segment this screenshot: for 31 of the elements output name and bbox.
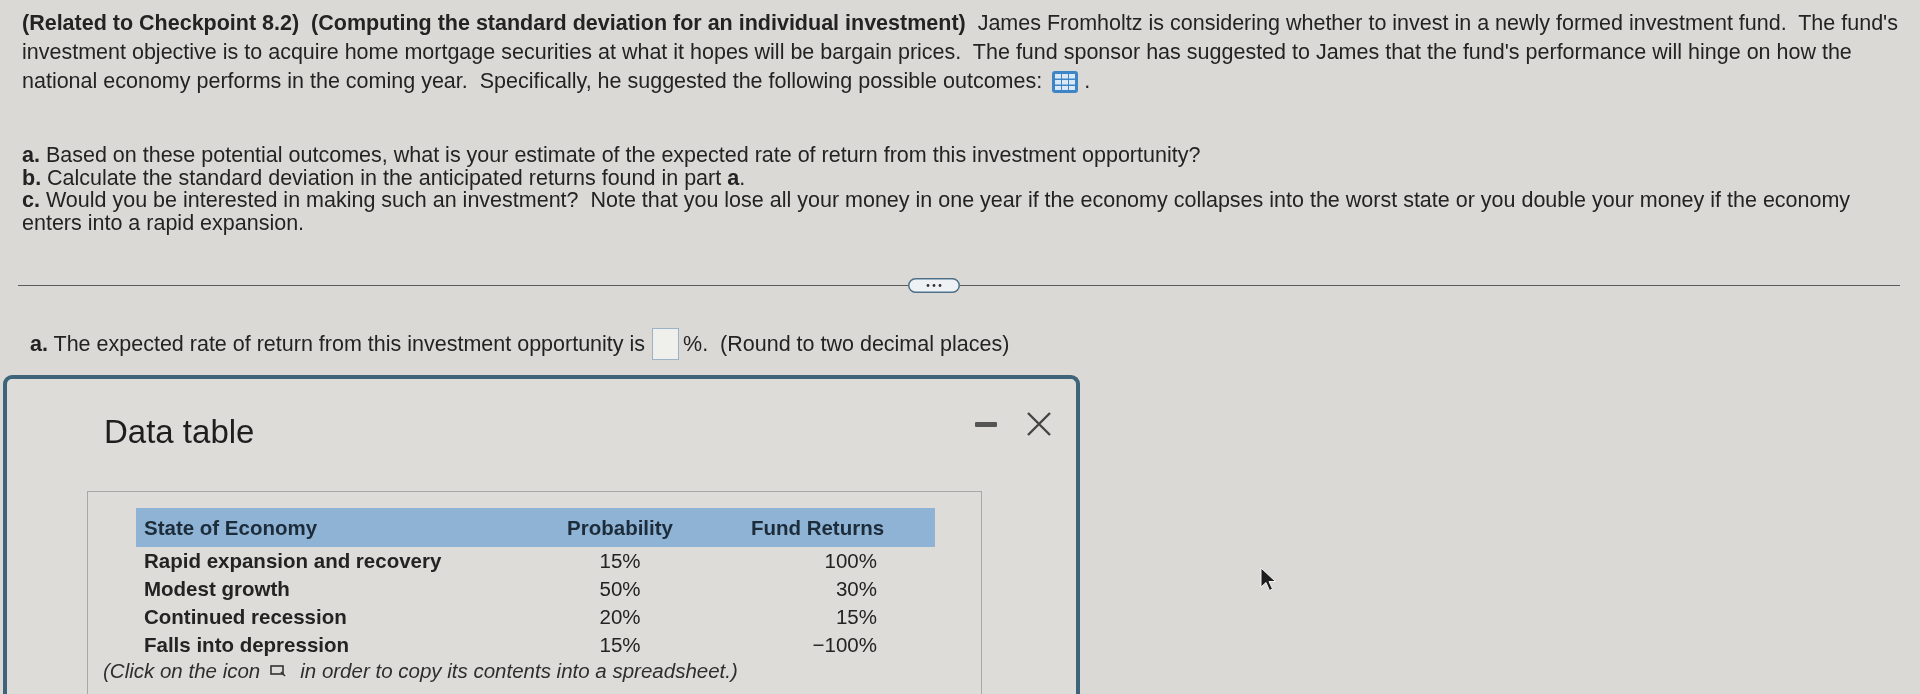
input-field[interactable] — [652, 328, 680, 360]
table-cell-text: 20% — [598, 604, 642, 630]
minimize-icon[interactable] — [975, 421, 997, 427]
question-text: b. Calculate the standard deviation in the anticipated returns found in part a. — [22, 166, 746, 189]
note-text: (Click on the icon — [103, 659, 261, 682]
table-cell-text: 15% — [834, 604, 878, 630]
more-icon[interactable] — [908, 278, 960, 293]
dialog-title: Data table — [104, 413, 255, 451]
table-cell: Rapid expansion and recovery — [136, 547, 540, 575]
table-cell-text: 50% — [598, 576, 642, 602]
table-cell-text: Continued recession — [143, 604, 348, 630]
table-cell: 100% — [700, 547, 935, 575]
table-cell-text: −100% — [811, 632, 878, 658]
table-cell-text: 30% — [834, 576, 878, 602]
table-cell-text: Modest growth — [143, 576, 291, 602]
note-text: in order to copy its contents into a spreadsheet.) — [300, 659, 738, 682]
table-cell: 15% — [540, 547, 700, 575]
question-text: c. Would you be interested in making such an investment? Note that you lose all your money in one year if the economy collapses into the worst state or you double your money if the economy enters into a rapid expansion. — [22, 189, 1852, 234]
close-icon[interactable] — [1027, 412, 1051, 436]
problem-statement: (Related to Checkpoint 8.2) (Computing the standard deviation for an individual investment) James Fromholtz is considering whether to invest in a newly formed investment fund. The fund's investment objective is to acquire home mortgage securities at what it hopes will be bargain prices. The fund sponsor has suggested to James that the fund's performance will hinge on how the national economy performs in the coming year. Specifically, he suggested the following possible outcomes: . — [22, 10, 1899, 96]
question-text: a. Based on these potential outcomes, what is your estimate of the expected rate of return from this investment opportunity? — [22, 144, 1202, 167]
column-header: Probability — [540, 508, 700, 547]
table-cell-text: 15% — [598, 632, 642, 658]
cursor-icon — [1260, 567, 1277, 592]
column-header: Fund Returns — [700, 508, 935, 547]
frame-icon[interactable] — [270, 664, 287, 677]
answer-prompt: a. The expected rate of return from this investment opportunity is — [30, 331, 646, 357]
table-cell-text: Falls into depression — [143, 632, 351, 658]
column-header: State of Economy — [136, 508, 540, 547]
answer-hint: %. (Round to two decimal places) — [683, 331, 1010, 357]
table-icon[interactable] — [1052, 71, 1079, 94]
